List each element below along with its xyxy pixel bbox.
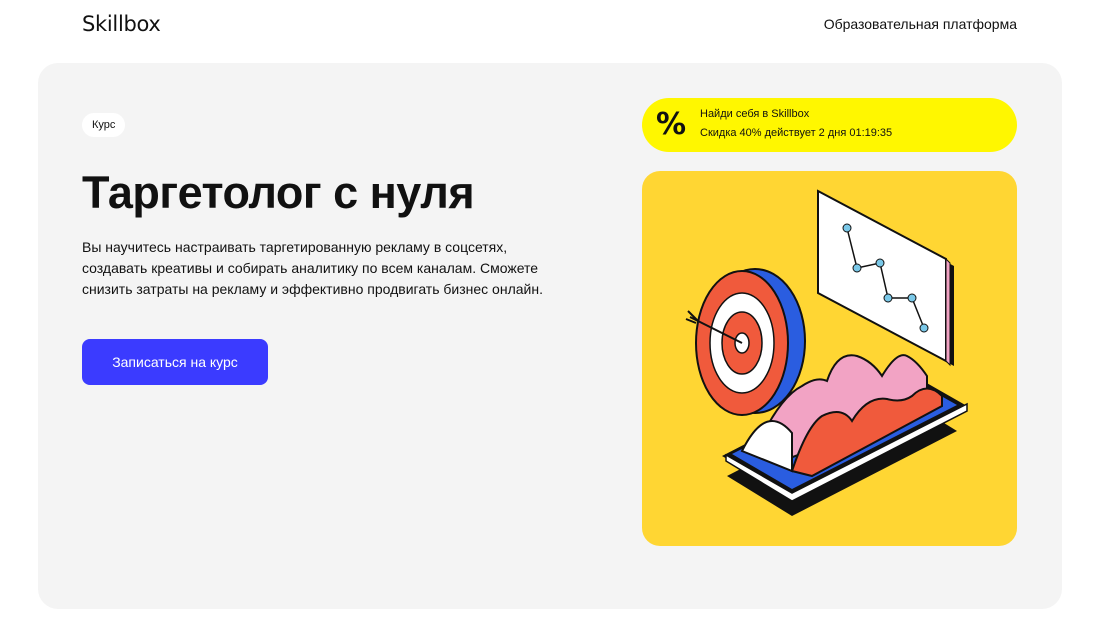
chart-panel-edge: [945, 257, 951, 367]
promo-banner[interactable]: % Найди себя в Skillbox Скидка 40% дейст…: [642, 98, 1017, 152]
chart-point: [919, 323, 929, 333]
hero-section: Курс Таргетолог с нуля Вы научитесь наст…: [38, 63, 1062, 609]
page-title: Таргетолог с нуля: [82, 167, 475, 218]
targeting-illustration: [642, 171, 1017, 546]
illustration-art: [685, 189, 968, 516]
enroll-button[interactable]: Записаться на курс: [82, 339, 268, 385]
course-badge: Курс: [82, 113, 126, 137]
chart-point: [883, 293, 893, 303]
chart-point: [852, 263, 862, 273]
chart-point: [875, 258, 885, 268]
course-description: Вы научитесь настраивать таргетированную…: [82, 239, 543, 297]
chart-panel: [817, 189, 947, 363]
promo-discount-timer: Скидка 40% действует 2 дня 01:19:35: [700, 127, 893, 139]
chart-point: [907, 293, 917, 303]
percent-icon: %: [655, 107, 687, 142]
platform-link[interactable]: Образовательная платформа: [824, 16, 1017, 32]
chart-point: [842, 223, 852, 233]
skillbox-logo[interactable]: Skillbox: [82, 12, 161, 36]
top-bar: Skillbox Образовательная платформа: [0, 0, 1102, 52]
promo-title: Найди себя в Skillbox: [700, 108, 810, 120]
